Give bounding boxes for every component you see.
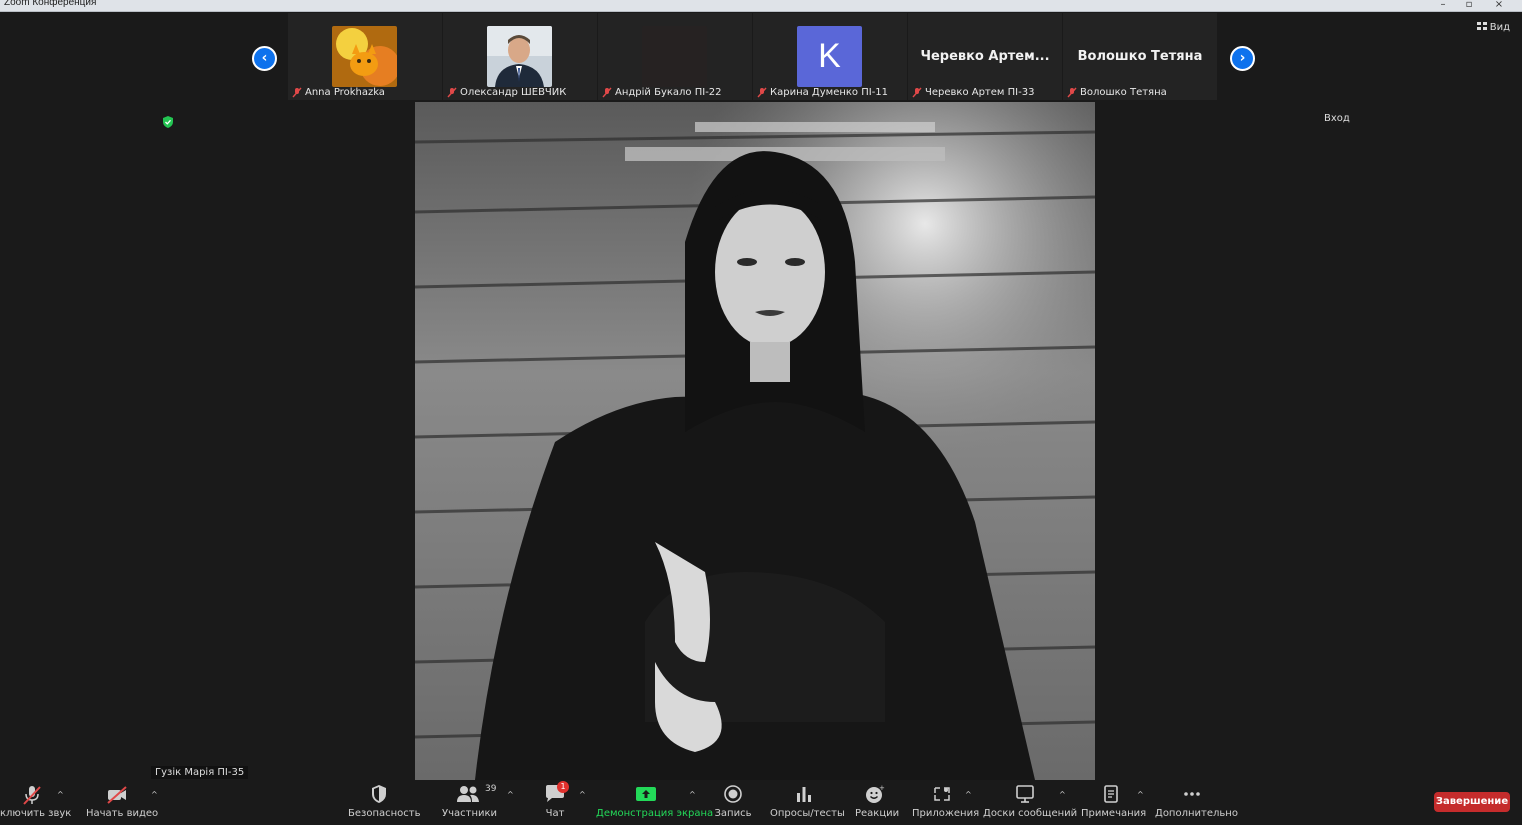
reactions-label: Реакции — [855, 808, 900, 819]
chat-label: Чат — [545, 808, 565, 819]
chat-unread-badge: 1 — [557, 781, 569, 793]
meeting-toolbar: ключить звук ^ Начать видео ^ Безопаснос… — [0, 780, 1522, 825]
muted-mic-icon — [292, 87, 302, 98]
record-icon — [722, 784, 744, 806]
share-screen-button[interactable]: Демонстрация экрана — [596, 784, 714, 822]
participant-tile-2[interactable]: Андрій Букало ПІ-22 — [598, 13, 753, 100]
participants-label: Участники — [442, 808, 498, 819]
maximize-icon[interactable]: ▫ — [1456, 0, 1482, 12]
participant-name: Олександр ШЕВЧИК — [460, 87, 567, 98]
share-screen-icon — [635, 784, 657, 806]
encryption-shield-icon[interactable] — [162, 113, 174, 128]
apps-options-chevron-icon[interactable]: ^ — [965, 790, 972, 799]
unmute-label: ключить звук — [0, 808, 72, 819]
record-button[interactable]: Запись — [714, 784, 752, 822]
more-button[interactable]: Дополнительно — [1155, 784, 1238, 822]
muted-mic-icon — [912, 87, 922, 98]
next-page-button[interactable]: › — [1230, 46, 1255, 71]
apps-label: Приложения — [912, 808, 980, 819]
participant-name: Карина Думенко ПІ-11 — [770, 87, 889, 98]
emoji-icon: + — [864, 784, 886, 806]
svg-text:+: + — [879, 784, 885, 792]
avatar-initial: K — [818, 37, 841, 75]
grid-icon — [1476, 22, 1487, 33]
enter-label: Вход — [1324, 113, 1350, 124]
start-video-label: Начать видео — [86, 808, 159, 819]
avatar — [332, 26, 397, 87]
security-button[interactable]: Безопасность — [348, 784, 421, 822]
share-screen-label: Демонстрация экрана — [596, 808, 714, 819]
participant-tile-1[interactable]: Олександр ШЕВЧИК — [443, 13, 598, 100]
bar-chart-icon — [793, 784, 815, 806]
muted-mic-icon — [602, 87, 612, 98]
participant-display-name: Черевко Артем... — [920, 49, 1050, 64]
view-button[interactable]: Вид — [1476, 22, 1510, 33]
participants-icon — [457, 786, 479, 802]
muted-mic-icon — [447, 87, 457, 98]
participant-tile-5[interactable]: Волошко Тетяна Волошко Тетяна — [1063, 13, 1218, 100]
minimize-icon[interactable]: – — [1430, 0, 1456, 12]
participant-tile-3[interactable]: K Карина Думенко ПІ-11 — [753, 13, 908, 100]
view-label: Вид — [1489, 22, 1510, 33]
active-speaker-video — [415, 102, 1095, 780]
notes-label: Примечания — [1081, 808, 1147, 819]
whiteboard-options-chevron-icon[interactable]: ^ — [1059, 790, 1066, 799]
active-speaker-name: Гузік Марія ПІ-35 — [151, 766, 249, 779]
more-label: Дополнительно — [1155, 808, 1238, 819]
participant-tile-4[interactable]: Черевко Артем... Черевко Артем ПІ-33 — [908, 13, 1063, 100]
participants-options-chevron-icon[interactable]: ^ — [507, 790, 514, 799]
participant-name: Anna Prokhazka — [305, 87, 385, 98]
participants-button[interactable]: 39 Участники — [442, 784, 498, 822]
polls-label: Опросы/тесты — [770, 808, 845, 819]
security-label: Безопасность — [348, 808, 421, 819]
avatar — [487, 26, 552, 87]
whiteboard-label: Доски сообщений — [983, 808, 1078, 819]
participant-name: Андрій Букало ПІ-22 — [615, 87, 722, 98]
window-titlebar: Zoom Конференция – ▫ × — [0, 0, 1522, 12]
close-icon[interactable]: × — [1486, 0, 1512, 12]
muted-microphone-icon — [21, 784, 43, 806]
video-options-chevron-icon[interactable]: ^ — [151, 790, 158, 799]
share-options-chevron-icon[interactable]: ^ — [689, 790, 696, 799]
shield-icon — [370, 784, 388, 806]
record-label: Запись — [714, 808, 752, 819]
prev-page-button[interactable]: ‹ — [252, 46, 277, 71]
apps-button[interactable]: Приложения — [912, 784, 980, 822]
participant-tile-0[interactable]: Anna Prokhazka — [288, 13, 443, 100]
notes-icon — [1100, 784, 1122, 806]
muted-mic-icon — [757, 87, 767, 98]
participant-name: Черевко Артем ПІ-33 — [925, 87, 1035, 98]
chat-options-chevron-icon[interactable]: ^ — [579, 790, 586, 799]
more-dots-icon — [1181, 784, 1203, 806]
participant-name: Волошко Тетяна — [1080, 87, 1167, 98]
avatar — [642, 26, 707, 87]
participants-count: 39 — [485, 784, 497, 794]
participant-display-name: Волошко Тетяна — [1077, 49, 1203, 64]
polls-button[interactable]: Опросы/тесты — [770, 784, 845, 822]
video-off-icon — [106, 784, 128, 806]
audio-options-chevron-icon[interactable]: ^ — [57, 790, 64, 799]
muted-mic-icon — [1067, 87, 1077, 98]
chat-button[interactable]: 1 Чат — [540, 781, 570, 822]
window-title: Zoom Конференция — [4, 0, 97, 8]
end-meeting-button[interactable]: Завершение — [1434, 792, 1510, 812]
reactions-button[interactable]: + Реакции — [855, 784, 900, 822]
avatar: K — [797, 26, 862, 87]
unmute-button[interactable]: ключить звук — [0, 784, 72, 822]
start-video-button[interactable]: Начать видео — [86, 784, 159, 822]
whiteboard-icon — [1014, 784, 1036, 806]
whiteboard-button[interactable]: Доски сообщений — [983, 784, 1078, 822]
notes-button[interactable]: Примечания — [1081, 784, 1147, 822]
participant-strip: Anna Prokhazka Олександр ШЕВЧИК Андрій Б… — [288, 13, 1220, 100]
notes-options-chevron-icon[interactable]: ^ — [1137, 790, 1144, 799]
apps-icon — [931, 784, 953, 806]
